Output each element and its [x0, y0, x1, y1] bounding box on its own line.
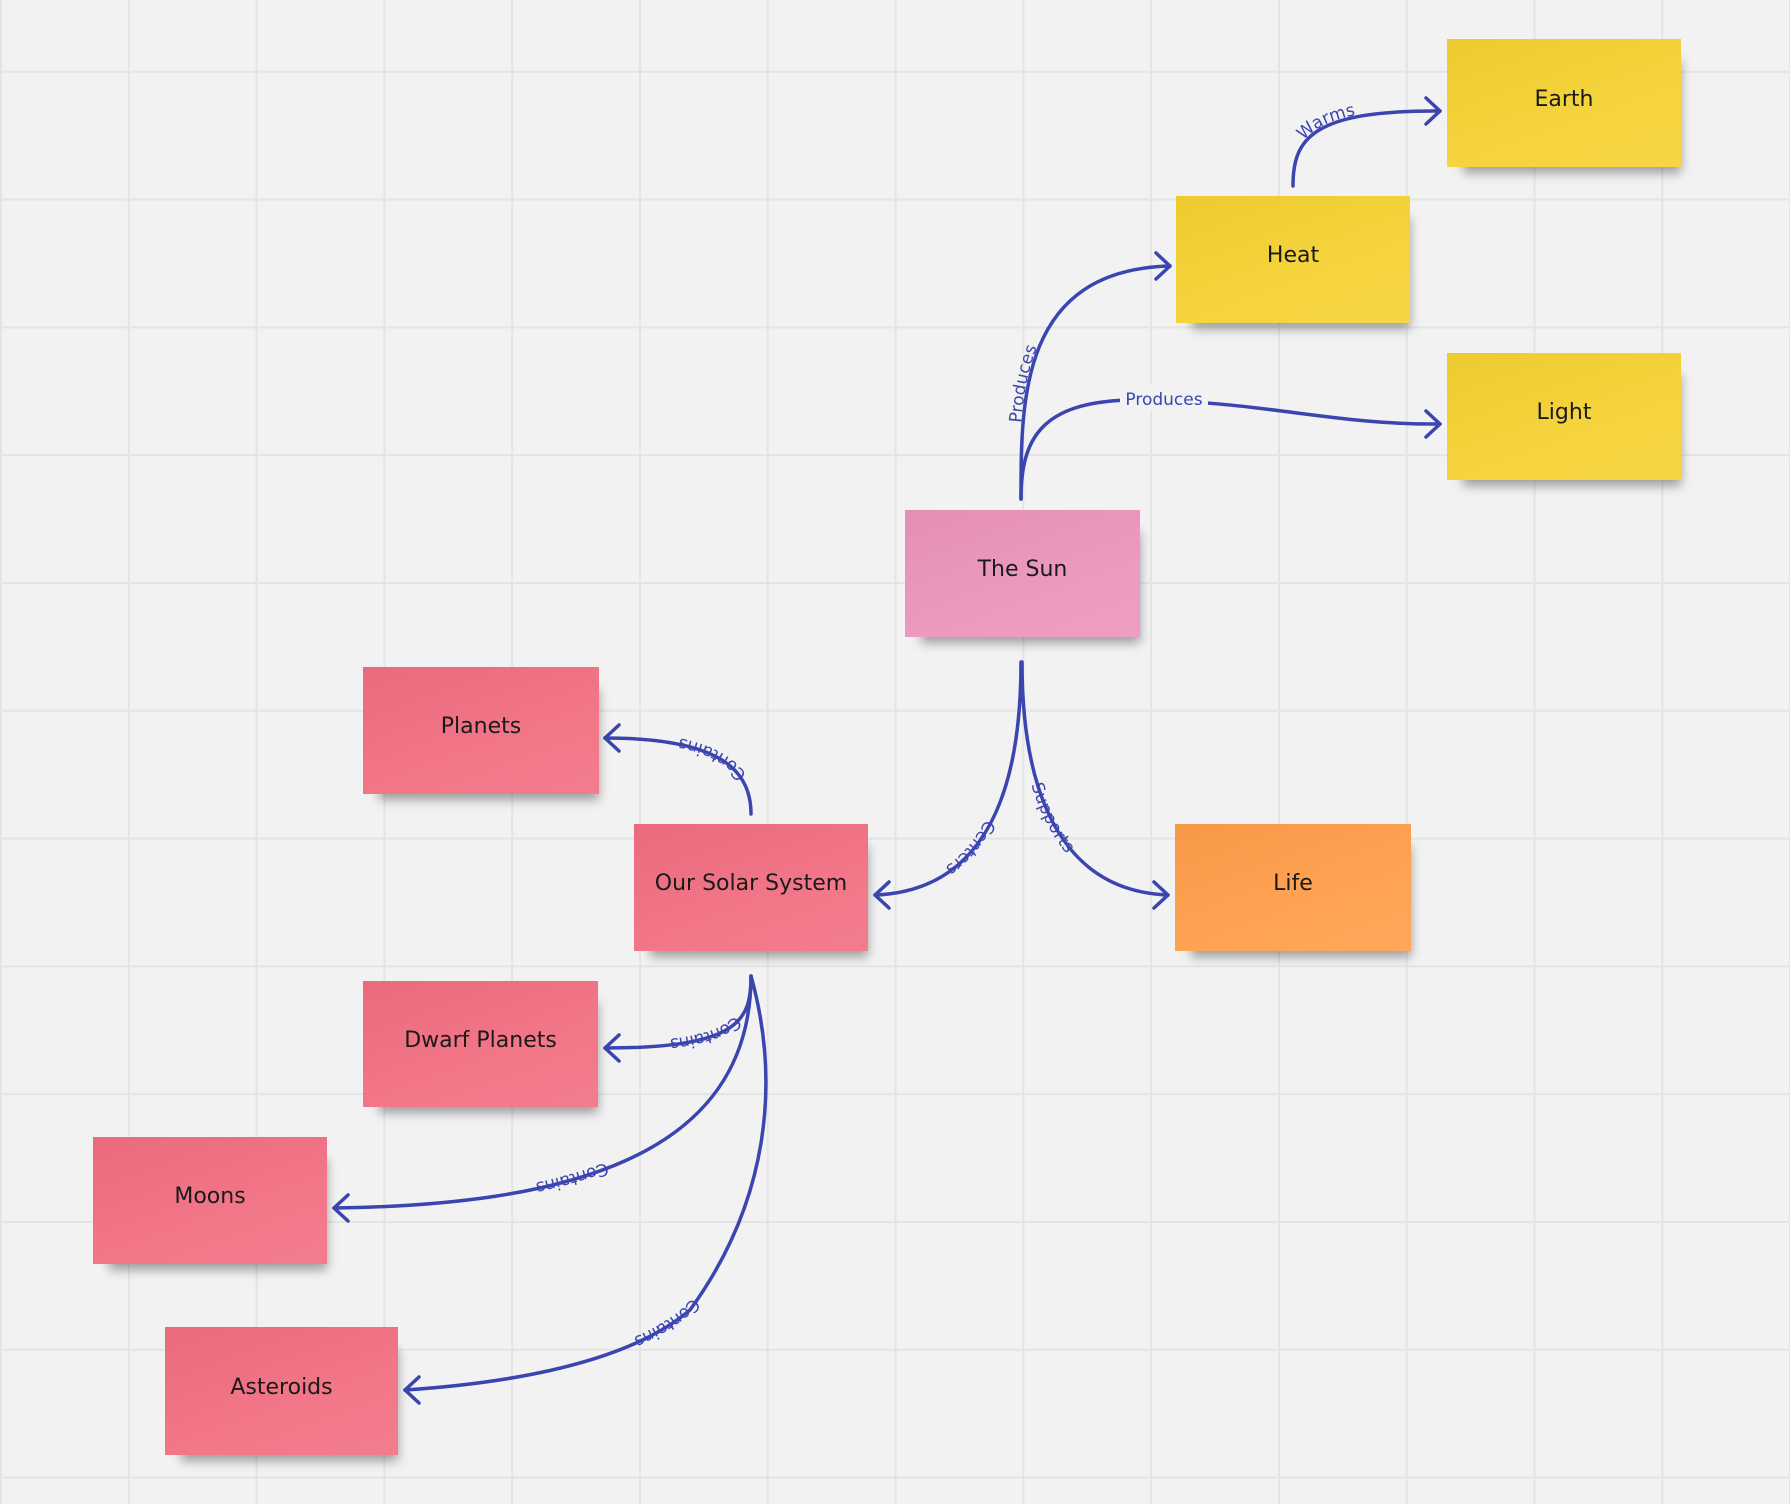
connector-sun-heat[interactable]: Produces — [1006, 251, 1172, 501]
connector-label: Produces — [1006, 342, 1042, 424]
sticky-note-text: Asteroids — [230, 1374, 333, 1400]
sticky-note-planets[interactable]: Planets — [363, 667, 599, 794]
sticky-note-text: Dwarf Planets — [404, 1027, 557, 1053]
connector-label: Produces — [1125, 390, 1202, 410]
connector-label: Centers — [942, 817, 999, 880]
whiteboard-canvas[interactable]: Produces Produces Warms Centers Supports… — [0, 0, 1790, 1504]
connector-sun-life[interactable]: Supports — [1020, 660, 1170, 910]
sticky-note-text: Heat — [1266, 243, 1320, 268]
sticky-note-life[interactable]: Life — [1175, 824, 1411, 951]
sticky-note-earth[interactable]: Earth — [1447, 39, 1681, 167]
connector-label: Contains — [676, 733, 750, 784]
connector-label: Contains — [631, 1295, 704, 1352]
sticky-note-the-sun[interactable]: The Sun — [905, 510, 1140, 637]
sticky-note-our-solar-system[interactable]: Our Solar System — [634, 824, 868, 951]
sticky-note-light[interactable]: Light — [1447, 353, 1681, 480]
sticky-note-moons[interactable]: Moons — [93, 1137, 327, 1264]
connector-label: Contains — [534, 1158, 611, 1198]
sticky-note-dwarf-planets[interactable]: Dwarf Planets — [363, 981, 598, 1107]
sticky-note-text: The Sun — [977, 557, 1068, 582]
connector-solar-planets[interactable]: Contains — [603, 723, 753, 816]
connector-label: Warms — [1293, 100, 1357, 144]
connectors-layer: Produces Produces Warms Centers Supports… — [332, 96, 1442, 1405]
sticky-note-text: Planets — [440, 714, 522, 739]
connector-label: Contains — [669, 1012, 745, 1054]
sticky-note-asteroids[interactable]: Asteroids — [165, 1327, 398, 1455]
sticky-note-text: Light — [1536, 400, 1592, 425]
connector-sun-light[interactable]: Produces — [1019, 385, 1442, 501]
connector-label: Supports — [1026, 780, 1078, 857]
connector-solar-dwarf[interactable]: Contains — [603, 974, 753, 1063]
sticky-note-text: Moons — [174, 1184, 246, 1209]
sticky-note-heat[interactable]: Heat — [1176, 196, 1410, 323]
connector-heat-earth[interactable]: Warms — [1291, 96, 1442, 188]
sticky-note-text: Our Solar System — [654, 871, 848, 896]
sticky-note-text: Earth — [1534, 86, 1594, 112]
sticky-note-text: Life — [1273, 871, 1313, 896]
connector-sun-solar[interactable]: Centers — [873, 660, 1023, 910]
